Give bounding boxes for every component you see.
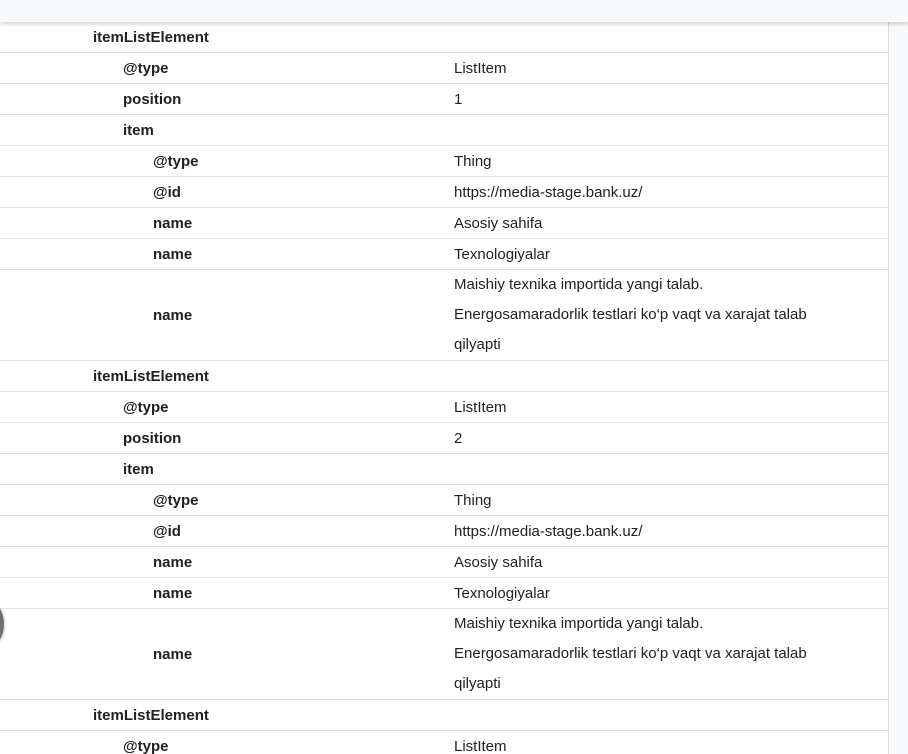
row-key: @type [123,737,169,754]
table-row: @type Thing [0,146,888,177]
row-value-line: Energosamaradorlik testlari ko‘p vaqt va… [454,645,807,662]
row-key: item [123,121,154,139]
row-key: @type [153,491,199,509]
row-value: Texnologiyalar [454,245,550,263]
row-key: @type [123,59,169,77]
row-value: Asosiy sahifa [454,214,543,232]
table-row: position 2 [0,423,888,454]
row-value [454,454,854,484]
row-key: name [153,306,193,324]
row-key: name [153,645,193,663]
row-value: ListItem [454,398,507,416]
structured-data-table: itemListElement @type ListItem position … [0,22,888,754]
row-key: @type [153,152,199,170]
row-key: position [123,429,182,447]
table-row: name Maishiy texnika importida yangi tal… [0,609,888,700]
row-value-line: Maishiy texnika importida yangi talab. [454,276,704,293]
row-value: ListItem [454,737,507,754]
table-row: itemListElement [0,22,888,53]
row-value: Thing [454,152,492,170]
table-row: name Texnologiyalar [0,239,888,270]
row-value-line: qilyapti [454,675,501,692]
row-value [454,115,854,145]
row-key: name [153,553,193,571]
row-value: 1 [454,90,463,108]
row-key: @id [153,183,181,201]
row-value: ListItem [454,59,507,77]
table-row: name Asosiy sahifa [0,547,888,578]
row-value: Maishiy texnika importida yangi talab. E… [454,609,854,699]
table-row: itemListElement [0,361,888,392]
row-key: name [153,245,193,263]
row-value-line: Energosamaradorlik testlari ko‘p vaqt va… [454,306,807,323]
row-key: name [153,214,193,232]
table-row: item [0,454,888,485]
table-row: name Texnologiyalar [0,578,888,609]
row-key: itemListElement [93,28,209,46]
table-row: @id https://media-stage.bank.uz/ [0,516,888,547]
row-value: https://media-stage.bank.uz/ [454,522,643,540]
row-key: item [123,460,154,478]
table-row: name Maishiy texnika importida yangi tal… [0,270,888,361]
row-key: itemListElement [93,367,209,385]
row-value: Asosiy sahifa [454,553,543,571]
table-row: @type ListItem [0,53,888,84]
table-row: @type Thing [0,485,888,516]
row-value [454,700,854,730]
row-key: @type [123,398,169,416]
top-toolbar [0,0,908,22]
table-row: @type ListItem [0,731,888,754]
table-row: itemListElement [0,700,888,731]
row-value-line: qilyapti [454,336,501,353]
row-key: @id [153,522,181,540]
row-key: itemListElement [93,706,209,724]
row-value: Thing [454,491,492,509]
table-row: @type ListItem [0,392,888,423]
row-key: position [123,90,182,108]
row-value: Maishiy texnika importida yangi talab. E… [454,270,854,360]
row-value: https://media-stage.bank.uz/ [454,183,643,201]
row-value [454,22,854,52]
table-row: position 1 [0,84,888,115]
structured-data-panel: itemListElement @type ListItem position … [0,22,889,754]
table-row: @id https://media-stage.bank.uz/ [0,177,888,208]
table-row: name Asosiy sahifa [0,208,888,239]
row-value: Texnologiyalar [454,584,550,602]
row-key: name [153,584,193,602]
row-value: 2 [454,429,463,447]
table-row: item [0,115,888,146]
row-value-line: Maishiy texnika importida yangi talab. [454,615,704,632]
row-value [454,361,854,391]
